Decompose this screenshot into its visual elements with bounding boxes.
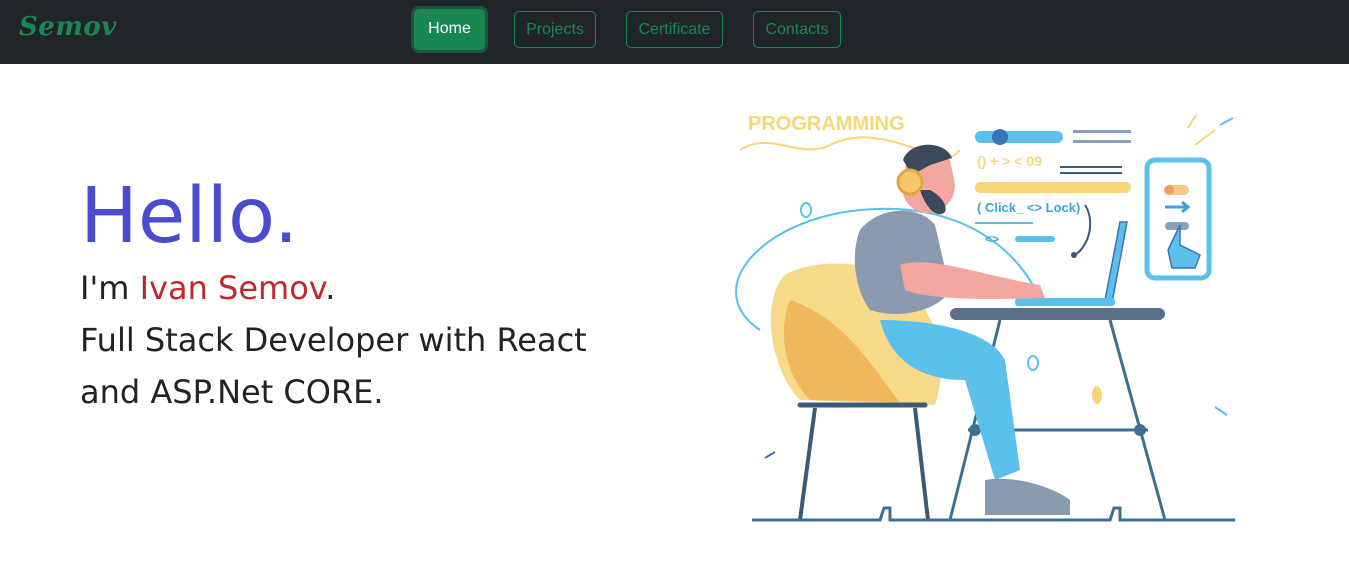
intro-prefix: I'm: [80, 269, 140, 307]
intro-suffix: .: [325, 269, 336, 307]
hero-text: Hello. I'm Ivan Semov. Full Stack Develo…: [80, 172, 587, 418]
code-line-1: () + > < 09: [977, 153, 1042, 169]
brand-logo[interactable]: Semov: [19, 12, 117, 42]
nav-projects-button[interactable]: Projects: [514, 11, 596, 48]
hero-greeting: Hello.: [80, 172, 299, 261]
hero-intro: I'm Ivan Semov.: [80, 262, 587, 314]
illustration-title: PROGRAMMING: [748, 113, 905, 135]
nav-certificate-button[interactable]: Certificate: [626, 11, 723, 48]
programmer-illustration: PROGRAMMING () + > < 09 ( Click_ <> Lock…: [735, 113, 1235, 522]
code-line-2: ( Click_ <> Lock): [977, 200, 1080, 215]
nav-home-button[interactable]: Home: [414, 9, 485, 50]
hero-name: Ivan Semov: [139, 269, 326, 307]
hero-role-line-2: and ASP.Net CORE.: [80, 373, 384, 411]
hero-role-line-1: Full Stack Developer with React: [80, 321, 587, 359]
navbar: Semov Home Projects Certificate Contacts: [0, 0, 1349, 64]
code-line-3: <>: [985, 232, 999, 246]
nav-contacts-button[interactable]: Contacts: [753, 11, 841, 48]
